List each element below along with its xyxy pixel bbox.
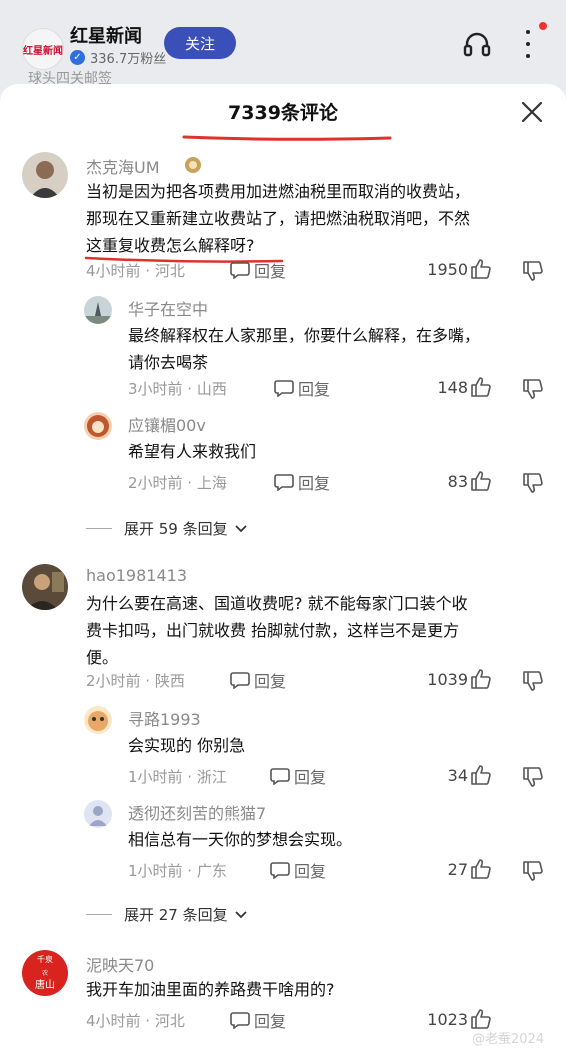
thumb-down-icon[interactable]	[522, 260, 544, 282]
comment-text: 为什么要在高速、国道收费呢? 就不能每家门口装个收 费卡扣吗，出门就收费 抬脚就…	[86, 594, 468, 667]
avatar[interactable]	[84, 800, 112, 828]
username[interactable]: 应镶楣00v	[128, 412, 206, 436]
reply-button[interactable]: 回复	[274, 470, 330, 494]
publisher-name[interactable]: 红星新闻	[70, 22, 142, 48]
reply-icon	[230, 1012, 250, 1029]
like-count: 34	[447, 766, 468, 785]
reply-button[interactable]: 回复	[270, 764, 326, 788]
thumb-down-icon[interactable]	[522, 670, 544, 692]
comment-time: 1小时前 · 浙江	[128, 768, 227, 786]
like-count: 27	[447, 860, 468, 879]
reply-icon	[274, 474, 294, 491]
expand-replies-button[interactable]: 展开 59 条回复	[86, 518, 248, 539]
thumb-up-icon[interactable]	[470, 858, 492, 880]
username[interactable]: 透彻还刻苦的熊猫7	[128, 800, 266, 824]
thumb-up-icon[interactable]	[470, 470, 492, 492]
expand-replies-button[interactable]: 展开 27 条回复	[86, 904, 248, 925]
like-count: 83	[447, 472, 468, 491]
avatar[interactable]	[84, 706, 112, 734]
username[interactable]: 寻路1993	[128, 706, 201, 730]
red-underline-annotation	[182, 135, 392, 141]
reply-icon	[230, 262, 250, 279]
svg-text:农: 农	[42, 969, 48, 977]
reply-button[interactable]: 回复	[230, 668, 286, 692]
close-icon[interactable]	[520, 100, 544, 124]
avatar[interactable]: 千泉 农 唐山	[22, 950, 68, 996]
comment-sheet: 7339条评论 杰克海UM 当初是因为把各项费用加进燃油税里而取消的收费站， 那…	[0, 84, 566, 1048]
avatar[interactable]	[22, 152, 68, 198]
notification-dot	[539, 22, 547, 30]
thumb-up-icon[interactable]	[470, 376, 492, 398]
reply-button[interactable]: 回复	[274, 376, 330, 400]
svg-text:千泉: 千泉	[37, 954, 53, 964]
username[interactable]: 华子在空中	[128, 296, 208, 320]
comment-text: 相信总有一天你的梦想会实现。	[128, 830, 353, 849]
verified-icon: ✓	[70, 50, 85, 65]
username[interactable]: hao1981413	[86, 566, 187, 585]
avatar[interactable]	[84, 296, 112, 324]
thumb-up-icon[interactable]	[470, 1008, 492, 1030]
thumb-down-icon[interactable]	[522, 378, 544, 400]
comment-time: 3小时前 · 山西	[128, 380, 227, 398]
app-header: 红星新闻 红星新闻 ✓ 336.7万粉丝 关注 球头四关邮签	[0, 0, 566, 90]
medal-icon	[185, 157, 201, 173]
like-count: 1023	[427, 1010, 468, 1029]
comment-text: 当初是因为把各项费用加进燃油税里而取消的收费站， 那现在又重新建立收费站了，请把…	[86, 182, 471, 255]
reply-icon	[270, 862, 290, 879]
comment-time: 2小时前 · 陕西	[86, 672, 185, 690]
username[interactable]: 泥映天70	[86, 952, 154, 976]
thumb-up-icon[interactable]	[470, 258, 492, 280]
chevron-down-icon	[234, 524, 247, 532]
comment-text: 我开车加油里面的养路费干啥用的?	[86, 980, 335, 999]
reply-icon	[274, 380, 294, 397]
follow-button[interactable]: 关注	[164, 27, 236, 59]
svg-text:唐山: 唐山	[35, 978, 55, 991]
comment-time: 1小时前 · 广东	[128, 862, 227, 880]
chevron-down-icon	[234, 910, 247, 918]
comment-time: 2小时前 · 上海	[128, 474, 227, 492]
headphone-icon[interactable]	[462, 29, 492, 59]
reply-button[interactable]: 回复	[270, 858, 326, 882]
more-icon[interactable]	[520, 26, 536, 62]
like-count: 1950	[427, 260, 468, 279]
reply-button[interactable]: 回复	[230, 258, 286, 282]
thumb-down-icon[interactable]	[522, 860, 544, 882]
reply-icon	[230, 672, 250, 689]
like-count: 1039	[427, 670, 468, 689]
watermark: @老蚕2024	[472, 1032, 545, 1047]
avatar[interactable]	[84, 412, 112, 440]
comment-text: 希望有人来救我们	[128, 442, 257, 461]
comment-text: 会实现的 你别急	[128, 736, 246, 755]
comment-text: 最终解释权在人家那里，你要什么解释，在多嘴， 请你去喝茶	[128, 326, 481, 372]
thumb-down-icon[interactable]	[522, 766, 544, 788]
thumb-down-icon[interactable]	[522, 472, 544, 494]
avatar[interactable]	[22, 564, 68, 610]
like-count: 148	[437, 378, 468, 397]
username[interactable]: 杰克海UM	[86, 154, 160, 178]
reply-button[interactable]: 回复	[230, 1008, 286, 1032]
publisher-logo[interactable]: 红星新闻	[22, 28, 64, 70]
thumb-up-icon[interactable]	[470, 764, 492, 786]
reply-icon	[270, 768, 290, 785]
comment-count-title: 7339条评论	[228, 102, 338, 124]
fans-count: 336.7万粉丝	[90, 52, 167, 67]
comment-time: 4小时前 · 河北	[86, 262, 185, 280]
thumb-up-icon[interactable]	[470, 668, 492, 690]
comment-time: 4小时前 · 河北	[86, 1012, 185, 1030]
